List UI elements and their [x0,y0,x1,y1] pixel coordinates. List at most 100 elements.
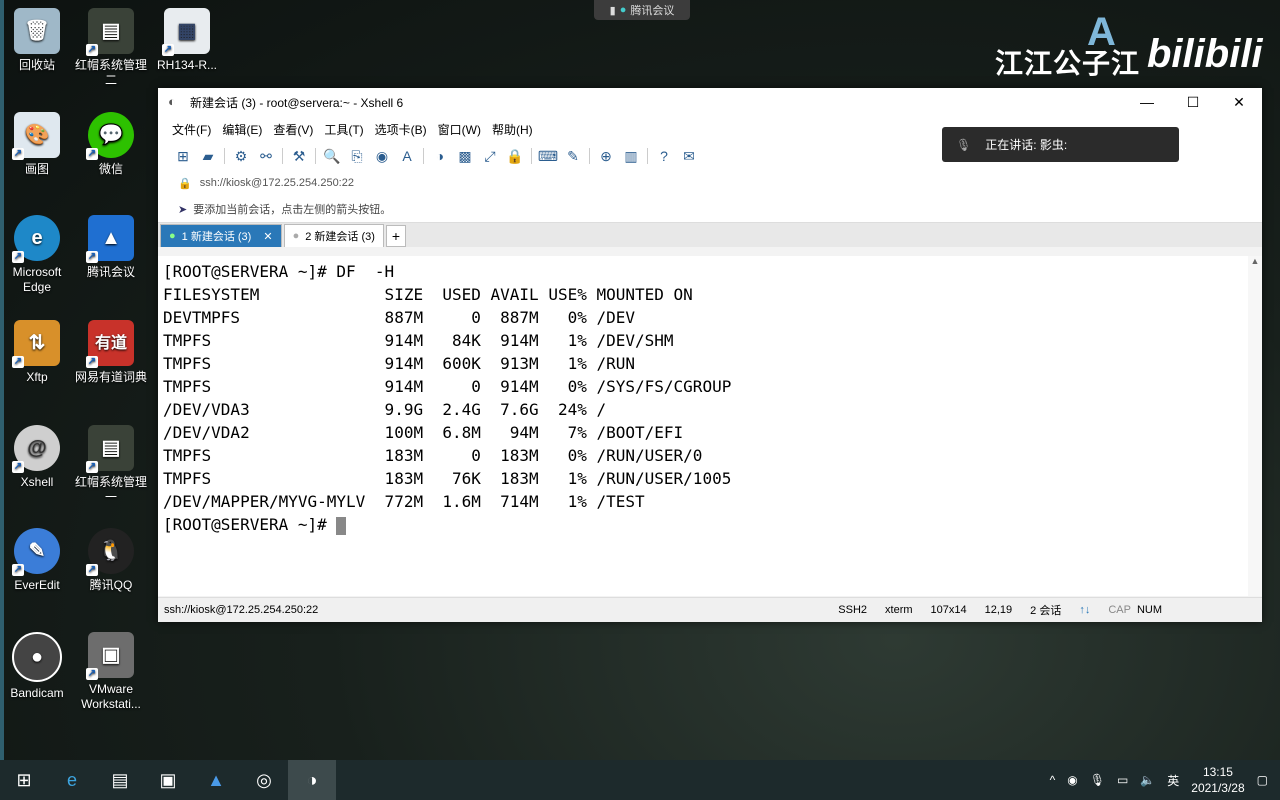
desktop-icon-label: 网易有道词典 [74,370,147,384]
copy-icon[interactable]: ⎘ [348,147,366,165]
menu-window[interactable]: 窗口(W) [438,121,481,138]
desktop-icon-label: 腾讯会议 [86,265,135,279]
font-icon[interactable]: A [398,147,416,165]
meeting-label: 腾讯会议 [630,5,675,17]
transfer-arrows-icon: ↑↓ [1079,604,1091,616]
title-bar[interactable]: ◐ 新建会话 (3) - root@servera:~ - Xshell 6 —… [158,88,1262,116]
layout-icon[interactable]: ▥ [622,147,640,165]
meeting-top-bar[interactable]: ▮ ● 腾讯会议 [594,0,690,20]
session-tabs: ● 1 新建会话 (3) ✕ ● 2 新建会话 (3) + [158,222,1262,247]
vmware-icon: ▣ ↗ [86,632,134,680]
desktop-icon-qq[interactable]: 🐧 ↗ 腾讯QQ [74,528,148,593]
scroll-up-icon[interactable]: ▲ [1248,256,1262,266]
close-button[interactable]: ✕ [1216,94,1262,111]
terminal-line: /DEV/VDA2 100M 6.8M 94M 7% /BOOT/EFI [163,423,684,442]
status-caps: CAP [1108,604,1131,616]
desktop-icon-edge[interactable]: e ↗ Microsoft Edge [0,215,74,295]
new-session-icon[interactable]: ⊞ [174,147,192,165]
desktop-icon-label: Xshell [20,475,54,489]
menu-tools[interactable]: 工具(T) [324,121,363,138]
desktop-icon-redhat-1[interactable]: ▤ ↗ 红帽系统管理一 [74,425,148,505]
recycle-bin-icon: 🗑 [14,8,60,54]
add-tab-button[interactable]: + [385,225,406,247]
tab-session-1[interactable]: ● 1 新建会话 (3) ✕ [160,224,282,247]
tab-label: 2 新建会话 (3) [305,231,375,243]
globe-icon[interactable]: ◉ [373,147,391,165]
tab-session-2[interactable]: ● 2 新建会话 (3) [283,224,384,247]
open-folder-icon[interactable]: ▰ [199,147,217,165]
address-bar[interactable]: 🔒 ssh://kiosk@172.25.254.250:22 [158,170,1262,196]
properties-icon[interactable]: ⚒ [290,147,308,165]
tray-network-icon[interactable]: ▭ [1117,773,1128,787]
menu-edit[interactable]: 编辑(E) [222,121,262,138]
menu-file[interactable]: 文件(F) [172,121,211,138]
edge-icon: e ↗ [12,215,60,263]
menu-view[interactable]: 查看(V) [273,121,313,138]
tray-language[interactable]: 英 [1167,772,1179,789]
wechat-icon: 💬 ↗ [86,112,134,160]
taskbar-redhat-icon[interactable]: ▤ [96,760,144,800]
desktop-icon-wechat[interactable]: 💬 ↗ 微信 [74,112,148,177]
tray-clock[interactable]: 13:15 2021/3/28 [1191,764,1244,796]
desktop-icon-redhat-2[interactable]: ▤ ↗ 红帽系统管理二 [74,8,148,88]
tencent-meeting-icon: ▲ ↗ [86,215,134,263]
tray-expand-icon[interactable]: ^ [1050,773,1056,787]
terminal-scrollbar[interactable]: ▲ [1248,256,1262,596]
terminal-line: DEVTMPFS 887M 0 887M 0% /DEV [163,308,636,327]
toolbar-separator [647,148,648,164]
taskbar-xshell-icon[interactable]: ◑ [288,760,336,800]
tab-close-icon[interactable]: ✕ [263,230,272,243]
highlight-icon[interactable]: ✎ [564,147,582,165]
tray-microphone-icon[interactable]: 🎙 [1090,773,1105,787]
book-icon: ▤ ↗ [86,425,134,473]
paint-icon: 🎨 ↗ [12,112,60,160]
desktop-icon-label: Xftp [26,370,48,384]
tray-volume-icon[interactable]: 🔈 [1140,773,1155,787]
chat-icon[interactable]: ✉ [680,147,698,165]
bookmark-icon: ➤ [178,203,188,216]
disconnect-icon[interactable]: ⚯ [257,147,275,165]
notification-icon[interactable]: ▢ [1257,773,1268,787]
help-icon[interactable]: ? [655,147,673,165]
find-icon[interactable]: 🔍 [323,147,341,165]
taskbar-edge-icon[interactable]: e [48,760,96,800]
desktop-icon-bandicam[interactable]: ● Bandicam [0,632,74,701]
status-size: 107x14 [930,604,967,616]
connect-icon[interactable]: ⚙ [232,147,250,165]
desktop-icon-everedit[interactable]: ✎ ↗ EverEdit [0,528,74,593]
xftp-icon[interactable]: ▩ [456,147,474,165]
minimize-button[interactable]: — [1124,94,1170,111]
menu-tabs[interactable]: 选项卡(B) [375,121,427,138]
terminal-line: TMPFS 914M 0 914M 0% /SYS/FS/CGROUP [163,377,732,396]
keyboard-icon[interactable]: ⌨ [538,147,558,165]
desktop-icon-youdao[interactable]: 有道 ↗ 网易有道词典 [74,320,148,385]
start-button[interactable]: ⊞ [0,760,48,800]
clock-date: 2021/3/28 [1191,781,1245,795]
desktop-icon-label: RH134-R... [156,58,218,72]
desktop-icon-vmware[interactable]: ▣ ↗ VMware Workstati... [74,632,148,712]
speaking-indicator: 🎙 正在讲话: 影虫: [942,127,1179,162]
terminal-area[interactable]: [ROOT@SERVERA ~]# DF -H FILESYSTEM SIZE … [158,256,1248,596]
desktop-icon-xshell[interactable]: @ ↗ Xshell [0,425,74,490]
taskbar-vmware-icon[interactable]: ▣ [144,760,192,800]
terminal-cursor [336,516,347,535]
taskbar-bandicam-icon[interactable]: ◎ [240,760,288,800]
lock-icon[interactable]: 🔒 [506,147,524,165]
status-address: ssh://kiosk@172.25.254.250:22 [164,604,319,616]
taskbar-tencent-meeting-icon[interactable]: ▲ [192,760,240,800]
speaking-label: 正在讲话: 影虫: [985,138,1068,152]
terminal-line: TMPFS 914M 600K 913M 1% /RUN [163,354,636,373]
desktop-icon-paint[interactable]: 🎨 ↗ 画图 [0,112,74,177]
desktop-icon-label: VMware Workstati... [81,682,141,711]
desktop-icon-xftp[interactable]: ⇅ ↗ Xftp [0,320,74,385]
menu-help[interactable]: 帮助(H) [492,121,533,138]
desktop-icon-rh134[interactable]: ▦ ↗ RH134-R... [150,8,224,73]
desktop-icon-recycle-bin[interactable]: 🗑 回收站 [0,8,74,73]
maximize-button[interactable]: ☐ [1170,94,1216,111]
desktop-icon-tencent-meeting[interactable]: ▲ ↗ 腾讯会议 [74,215,148,280]
terminal-line: TMPFS 183M 0 183M 0% /RUN/USER/0 [163,446,703,465]
tray-record-icon[interactable]: ◉ [1067,773,1077,787]
fullscreen-icon[interactable]: ⤢ [481,147,499,165]
xshell-icon[interactable]: ◑ [431,147,449,165]
add-tab-icon[interactable]: ⊕ [597,147,615,165]
